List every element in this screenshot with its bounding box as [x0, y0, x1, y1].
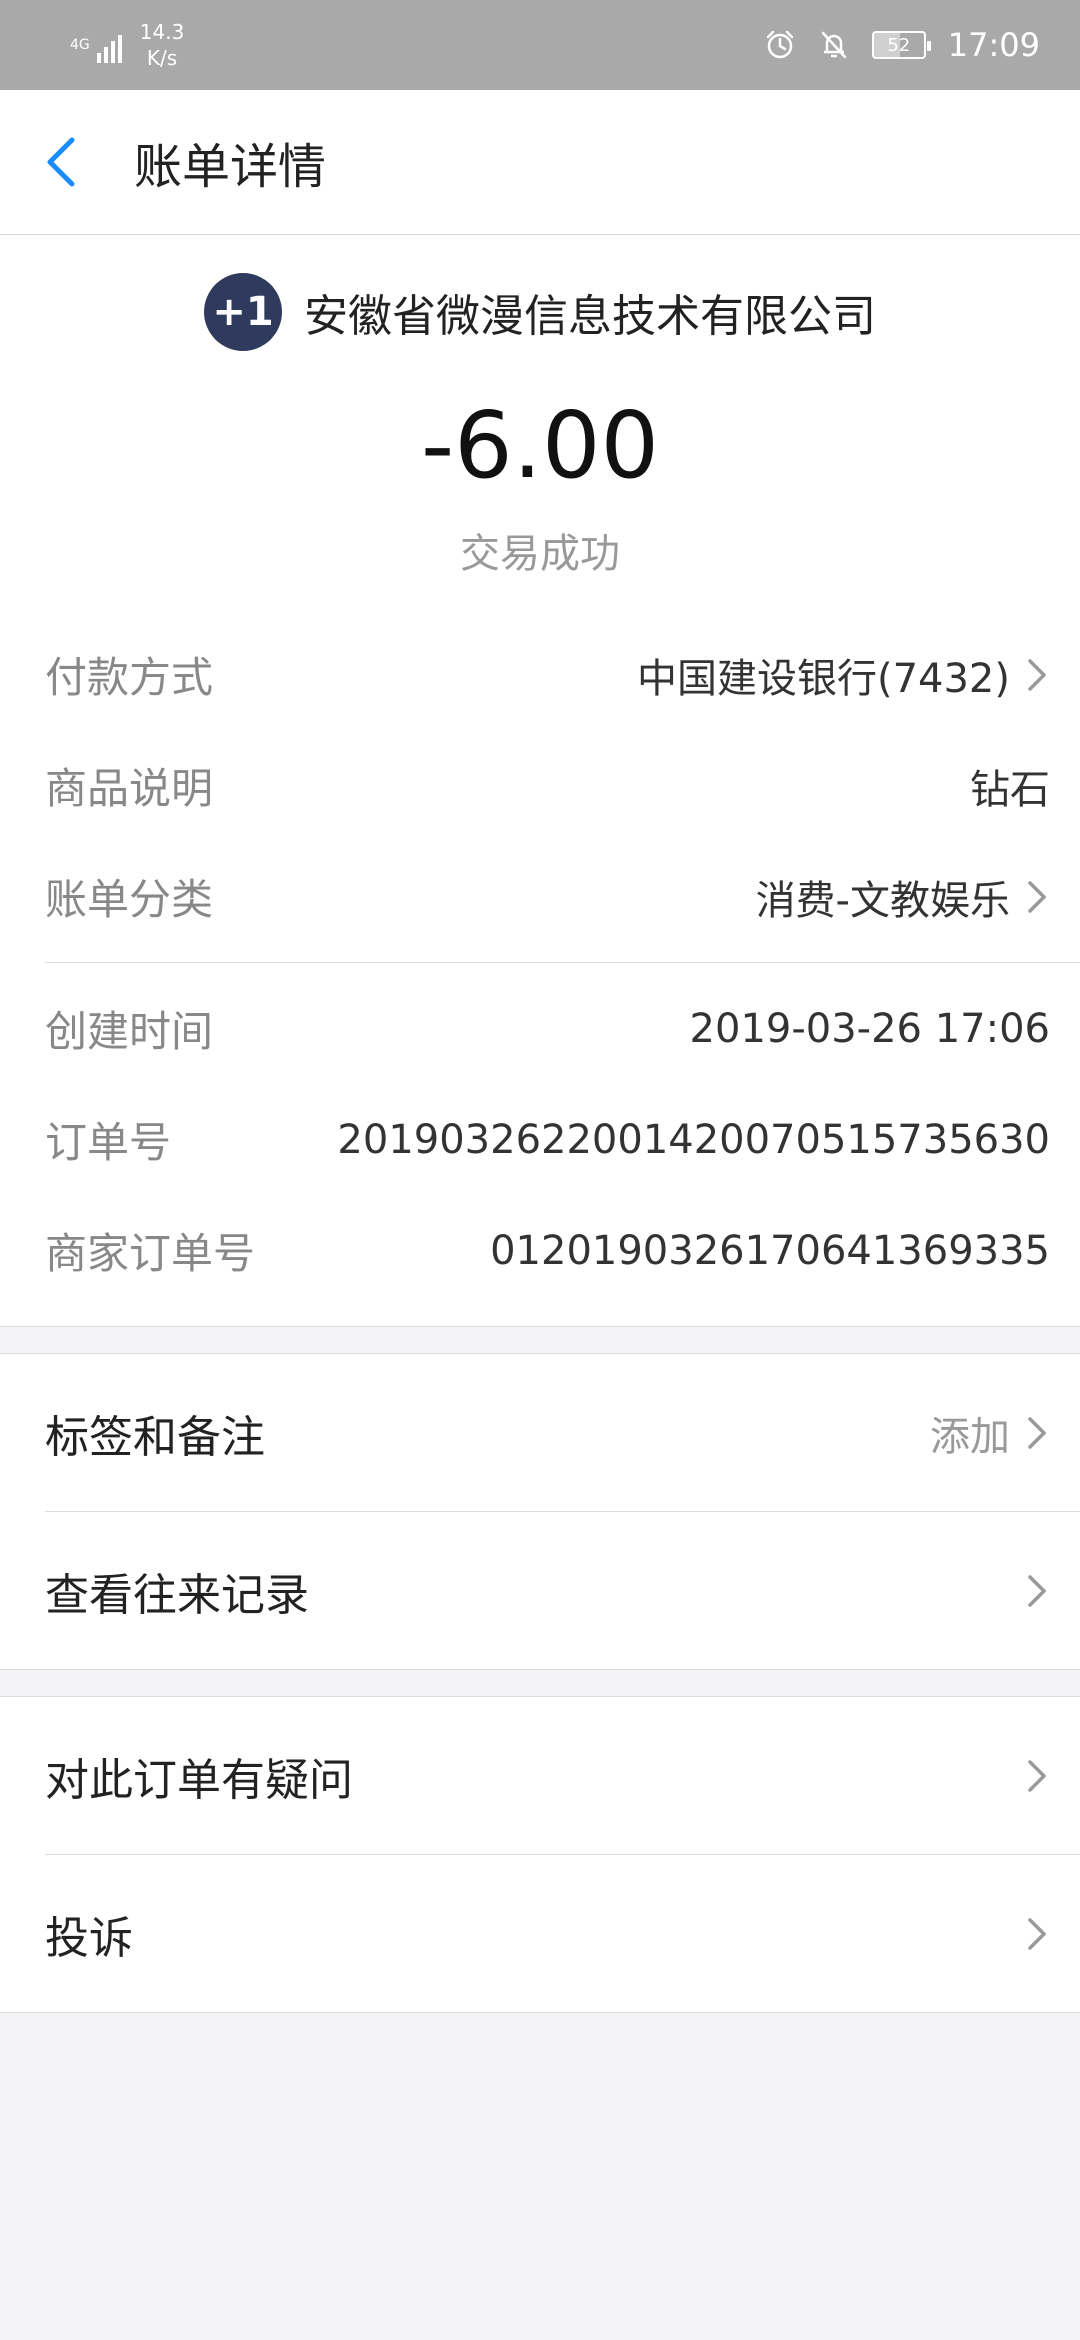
tags-notes-label: 标签和备注	[45, 1411, 265, 1463]
tags-notes-item[interactable]: 标签和备注 添加	[0, 1354, 1080, 1511]
product-description-row: 商品说明 钻石	[45, 730, 1080, 841]
payment-method-row[interactable]: 付款方式 中国建设银行(7432)	[45, 619, 1080, 730]
section-gap	[0, 1669, 1080, 1697]
merchant-logo: +1	[204, 273, 282, 351]
back-arrow-icon	[47, 137, 75, 187]
bill-category-row[interactable]: 账单分类 消费-文教娱乐	[45, 841, 1080, 952]
net-speed: 14.3 K/s	[140, 19, 185, 71]
product-description-value: 钻石	[970, 766, 1050, 813]
merchant-name: 安徽省微漫信息技术有限公司	[304, 291, 876, 342]
tags-notes-action: 添加	[930, 1413, 1010, 1460]
back-button[interactable]	[44, 132, 94, 192]
created-time-value: 2019-03-26 17:06	[689, 1005, 1050, 1052]
chevron-right-icon	[1028, 658, 1046, 691]
bill-category-value: 消费-文教娱乐	[755, 877, 1010, 924]
merchant-order-number-row: 商家订单号 0120190326170641369335	[45, 1195, 1080, 1306]
page-title: 账单详情	[134, 139, 327, 195]
bill-details: 付款方式 中国建设银行(7432) 商品说明 钻石 账单分类 消费-文教娱乐 创…	[0, 579, 1080, 1326]
payment-method-value: 中国建设银行(7432)	[636, 655, 1010, 702]
nav-bar: 账单详情	[0, 90, 1080, 235]
chevron-right-icon	[1028, 880, 1046, 913]
clock: 17:09	[947, 26, 1040, 64]
chevron-right-icon	[1028, 1416, 1046, 1449]
details-divider	[45, 962, 1080, 963]
merchant-order-number-value: 0120190326170641369335	[490, 1227, 1050, 1274]
order-number-label: 订单号	[45, 1118, 172, 1167]
bill-category-label: 账单分类	[45, 875, 214, 924]
created-time-label: 创建时间	[45, 1007, 214, 1056]
order-question-label: 对此订单有疑问	[45, 1754, 353, 1806]
merchant-order-number-label: 商家订单号	[45, 1229, 256, 1278]
net-speed-unit: K/s	[146, 46, 178, 70]
product-description-label: 商品说明	[45, 764, 214, 813]
signal-icon: 4G	[70, 27, 122, 63]
menu-group-1: 标签和备注 添加 查看往来记录	[0, 1354, 1080, 1669]
order-question-item[interactable]: 对此订单有疑问	[0, 1697, 1080, 1854]
battery-icon: 52	[871, 31, 931, 59]
chevron-right-icon	[1028, 1759, 1046, 1792]
transaction-history-label: 查看往来记录	[45, 1569, 309, 1621]
mute-bell-icon	[821, 31, 847, 59]
status-bar: 4G 14.3 K/s 52 17:09	[0, 0, 1080, 90]
created-time-row: 创建时间 2019-03-26 17:06	[45, 973, 1080, 1084]
net-speed-value: 14.3	[139, 20, 185, 44]
bill-header: +1 安徽省微漫信息技术有限公司 -6.00 交易成功	[0, 235, 1080, 579]
bill-card: +1 安徽省微漫信息技术有限公司 -6.00 交易成功 付款方式 中国建设银行(…	[0, 235, 1080, 1326]
merchant-row: +1 安徽省微漫信息技术有限公司	[0, 273, 1080, 351]
order-number-row: 订单号 2019032622001420070515735630	[45, 1084, 1080, 1195]
chevron-right-icon	[1028, 1574, 1046, 1607]
transaction-amount: -6.00	[420, 392, 660, 499]
section-gap	[0, 1326, 1080, 1354]
transaction-status: 交易成功	[460, 531, 620, 577]
network-type: 4G	[70, 37, 90, 53]
alarm-icon	[766, 30, 794, 59]
complaint-item[interactable]: 投诉	[0, 1855, 1080, 2012]
menu-group-2: 对此订单有疑问 投诉	[0, 1697, 1080, 2012]
chevron-right-icon	[1028, 1917, 1046, 1950]
complaint-label: 投诉	[45, 1912, 133, 1964]
battery-level: 52	[887, 34, 911, 56]
payment-method-label: 付款方式	[45, 653, 214, 702]
order-number-value: 2019032622001420070515735630	[337, 1116, 1050, 1163]
transaction-history-item[interactable]: 查看往来记录	[0, 1512, 1080, 1669]
merchant-logo-text: +1	[212, 289, 274, 335]
